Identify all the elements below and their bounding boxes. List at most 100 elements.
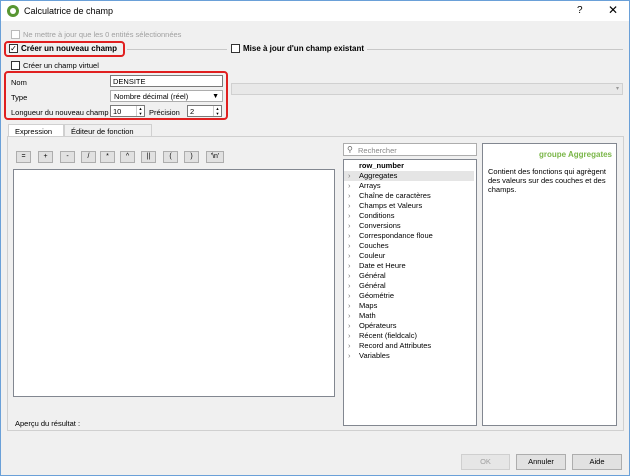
tree-item-label: Couleur bbox=[359, 251, 386, 260]
operator-close-paren-button[interactable]: ) bbox=[184, 151, 199, 163]
tree-item-label: Record and Attributes bbox=[359, 341, 432, 350]
tree-item[interactable]: › Correspondance floue bbox=[344, 231, 474, 241]
function-help-panel: groupe Aggregates Contient des fonctions… bbox=[482, 143, 617, 426]
chevron-right-icon: › bbox=[348, 231, 351, 240]
chevron-right-icon: › bbox=[348, 281, 351, 290]
window-title: Calculatrice de champ bbox=[24, 6, 114, 16]
precision-spinbox[interactable]: 2 ▲ ▼ bbox=[187, 105, 222, 117]
chevron-right-icon: › bbox=[348, 301, 351, 310]
group-divider bbox=[367, 49, 623, 50]
tree-item[interactable]: › Couleur bbox=[344, 251, 474, 261]
help-title: groupe Aggregates bbox=[538, 150, 612, 159]
precision-label: Précision bbox=[149, 108, 180, 117]
chevron-right-icon: › bbox=[348, 191, 351, 200]
tree-item[interactable]: › Général bbox=[344, 281, 474, 291]
name-field[interactable]: DENSITE bbox=[110, 75, 223, 87]
tree-item-label: Maps bbox=[359, 301, 378, 310]
tree-item-label: Chaîne de caractères bbox=[359, 191, 431, 200]
tree-item[interactable]: › Maps bbox=[344, 301, 474, 311]
chevron-right-icon: › bbox=[348, 271, 351, 280]
close-button[interactable]: ✕ bbox=[608, 3, 618, 17]
chevron-right-icon: › bbox=[348, 171, 351, 180]
tree-item-label: Aggregates bbox=[359, 171, 398, 180]
field-calculator-window: Calculatrice de champ ? ✕ Ne mettre à jo… bbox=[0, 0, 630, 476]
tree-item[interactable]: › Math bbox=[344, 311, 474, 321]
length-label: Longueur du nouveau champ bbox=[11, 108, 109, 117]
tree-item[interactable]: › Champs et Valeurs bbox=[344, 201, 474, 211]
length-value: 10 bbox=[113, 107, 122, 116]
chevron-right-icon: › bbox=[348, 331, 351, 340]
chevron-right-icon: › bbox=[348, 351, 351, 360]
tree-item[interactable]: › Général bbox=[344, 271, 474, 281]
tree-item[interactable]: › Récent (fieldcalc) bbox=[344, 331, 474, 341]
type-label: Type bbox=[11, 93, 28, 102]
operator-plus-button[interactable]: + bbox=[38, 151, 53, 163]
operator-equals-button[interactable]: = bbox=[16, 151, 31, 163]
virtual-field-checkbox[interactable] bbox=[11, 61, 20, 70]
context-help-button[interactable]: ? bbox=[577, 5, 583, 16]
tree-item[interactable]: › Record and Attributes bbox=[344, 341, 474, 351]
help-button[interactable]: Aide bbox=[572, 454, 622, 470]
type-select-value: Nombre décimal (réel) bbox=[114, 92, 189, 101]
operator-concat-button[interactable]: || bbox=[141, 151, 156, 163]
update-selected-label: Ne mettre à jour que les 0 entités sélec… bbox=[23, 30, 182, 39]
tree-item[interactable]: › Géométrie bbox=[344, 291, 474, 301]
chevron-right-icon: › bbox=[348, 201, 351, 210]
create-field-label: Créer un nouveau champ bbox=[21, 44, 118, 53]
tree-item-label: row_number bbox=[359, 161, 405, 170]
tree-item-label: Opérateurs bbox=[359, 321, 397, 330]
tree-item-label: Général bbox=[359, 271, 386, 280]
tree-item[interactable]: › Aggregates bbox=[344, 171, 474, 181]
expression-editor[interactable] bbox=[13, 169, 335, 397]
update-existing-label: Mise à jour d'un champ existant bbox=[243, 44, 365, 53]
help-body: Contient des fonctions qui agrègent des … bbox=[488, 167, 606, 194]
chevron-right-icon: › bbox=[348, 241, 351, 250]
function-tree[interactable]: row_number › Aggregates › Arrays › Chaîne d… bbox=[343, 159, 477, 426]
precision-value: 2 bbox=[190, 107, 195, 116]
preview-label: Aperçu du résultat : bbox=[15, 419, 81, 428]
title-bar: Calculatrice de champ ? ✕ bbox=[1, 1, 629, 21]
tree-item-label: Général bbox=[359, 281, 386, 290]
tree-item[interactable]: row_number bbox=[344, 161, 474, 171]
chevron-right-icon: › bbox=[348, 251, 351, 260]
tree-item-label: Correspondance floue bbox=[359, 231, 433, 240]
length-spinbox[interactable]: 10 ▲ ▼ bbox=[110, 105, 145, 117]
tree-item-label: Conditions bbox=[359, 211, 395, 220]
chevron-right-icon: › bbox=[348, 261, 351, 270]
search-icon: ⚲ bbox=[347, 145, 353, 154]
chevron-right-icon: › bbox=[348, 311, 351, 320]
tree-item[interactable]: › Arrays bbox=[344, 181, 474, 191]
cancel-button[interactable]: Annuler bbox=[516, 454, 566, 470]
operator-multiply-button[interactable]: * bbox=[100, 151, 115, 163]
chevron-right-icon: › bbox=[348, 341, 351, 350]
tree-item[interactable]: › Variables bbox=[344, 351, 474, 361]
update-existing-checkbox[interactable] bbox=[231, 44, 240, 53]
tree-item[interactable]: › Conversions bbox=[344, 221, 474, 231]
operator-newline-button[interactable]: '\n' bbox=[206, 151, 224, 163]
tree-item[interactable]: › Opérateurs bbox=[344, 321, 474, 331]
tree-item-label: Champs et Valeurs bbox=[359, 201, 423, 210]
tree-item-label: Couches bbox=[359, 241, 389, 250]
qgis-logo-icon bbox=[7, 5, 19, 17]
existing-field-select[interactable]: ▾ bbox=[231, 83, 623, 95]
operator-minus-button[interactable]: - bbox=[60, 151, 75, 163]
tree-item-label: Date et Heure bbox=[359, 261, 406, 270]
tree-item-label: Arrays bbox=[359, 181, 381, 190]
group-divider bbox=[127, 49, 227, 50]
update-selected-checkbox[interactable] bbox=[11, 30, 20, 39]
tree-item[interactable]: › Couches bbox=[344, 241, 474, 251]
operator-divide-button[interactable]: / bbox=[81, 151, 96, 163]
type-select[interactable]: Nombre décimal (réel) ▼ bbox=[110, 90, 223, 102]
search-placeholder: Rechercher bbox=[358, 146, 397, 155]
spin-arrows-icon[interactable]: ▲ ▼ bbox=[213, 106, 221, 116]
tree-item[interactable]: › Chaîne de caractères bbox=[344, 191, 474, 201]
function-search-input[interactable]: ⚲ Rechercher bbox=[343, 143, 477, 156]
tree-item-label: Conversions bbox=[359, 221, 401, 230]
ok-button[interactable]: OK bbox=[461, 454, 510, 470]
spin-arrows-icon[interactable]: ▲ ▼ bbox=[136, 106, 144, 116]
operator-power-button[interactable]: ^ bbox=[120, 151, 135, 163]
tree-item[interactable]: › Conditions bbox=[344, 211, 474, 221]
tree-item[interactable]: › Date et Heure bbox=[344, 261, 474, 271]
operator-open-paren-button[interactable]: ( bbox=[163, 151, 178, 163]
create-field-checkbox[interactable]: ✓ bbox=[9, 44, 18, 53]
